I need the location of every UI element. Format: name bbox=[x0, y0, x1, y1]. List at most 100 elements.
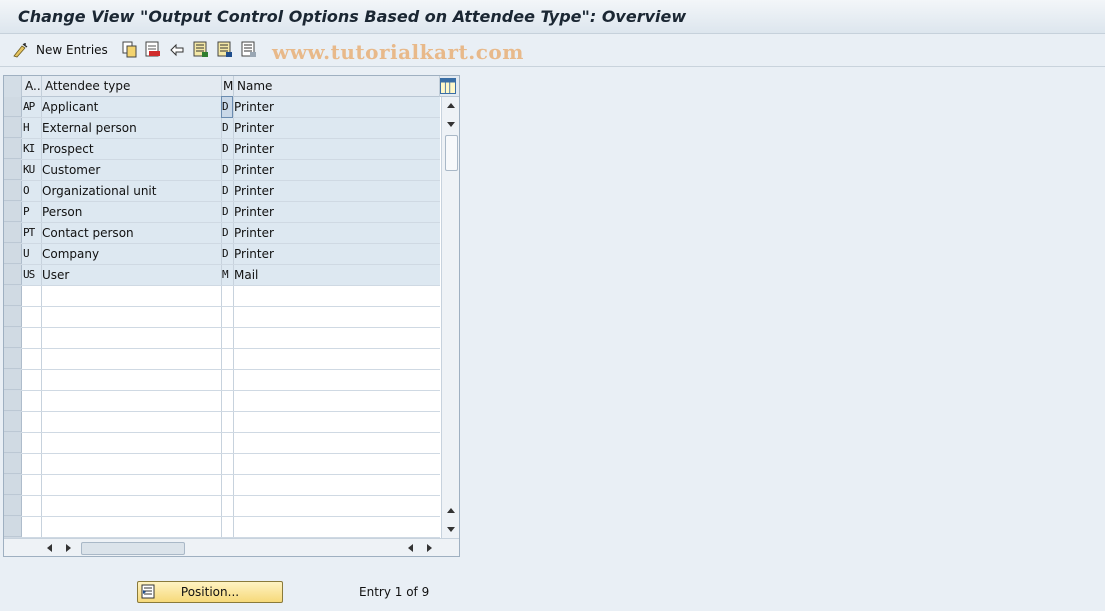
table-row[interactable]: O Organizational unit D Printer bbox=[4, 181, 440, 202]
entry-count-text: Entry 1 of 9 bbox=[359, 585, 430, 599]
column-divider bbox=[233, 454, 234, 474]
row-selector[interactable] bbox=[4, 286, 22, 306]
new-entries-button[interactable]: New Entries bbox=[12, 41, 108, 59]
column-divider bbox=[221, 412, 222, 432]
row-selector[interactable] bbox=[4, 118, 22, 138]
column-divider bbox=[221, 496, 222, 516]
row-selector[interactable] bbox=[4, 328, 22, 348]
row-selector[interactable] bbox=[4, 349, 22, 369]
row-selector[interactable] bbox=[4, 370, 22, 390]
vertical-scrollbar[interactable] bbox=[441, 97, 459, 538]
cell-attendee-code: US bbox=[23, 268, 35, 281]
cell-attendee-code: P bbox=[23, 205, 30, 218]
row-selector[interactable] bbox=[4, 454, 22, 474]
cell-medium[interactable]: D bbox=[222, 181, 232, 201]
row-selector[interactable] bbox=[4, 265, 22, 285]
table-row[interactable]: AP Applicant D Printer bbox=[4, 96, 440, 118]
cell-medium[interactable]: D bbox=[222, 118, 232, 138]
select-all-rows-button[interactable] bbox=[4, 76, 22, 97]
column-divider bbox=[41, 433, 42, 453]
row-selector[interactable] bbox=[4, 223, 22, 243]
table-row[interactable] bbox=[4, 475, 440, 496]
table-row[interactable]: H External person D Printer bbox=[4, 118, 440, 139]
table-row[interactable] bbox=[4, 433, 440, 454]
table-settings-icon[interactable] bbox=[440, 78, 456, 94]
select-all-icon[interactable] bbox=[193, 41, 209, 58]
table-row[interactable]: KU Customer D Printer bbox=[4, 160, 440, 181]
column-divider bbox=[233, 286, 234, 306]
column-header-attendee-type[interactable]: Attendee type bbox=[42, 76, 222, 97]
cell-medium[interactable]: D bbox=[221, 96, 233, 118]
row-selector[interactable] bbox=[4, 496, 22, 516]
cell-medium[interactable]: D bbox=[222, 202, 232, 222]
row-selector[interactable] bbox=[4, 139, 22, 159]
position-icon bbox=[141, 584, 155, 599]
table-row[interactable] bbox=[4, 370, 440, 391]
table-row[interactable]: U Company D Printer bbox=[4, 244, 440, 265]
scroll-left-icon[interactable] bbox=[46, 543, 54, 553]
column-header-a[interactable]: A.. bbox=[22, 76, 42, 97]
table-row[interactable] bbox=[4, 286, 440, 307]
scroll-right-icon[interactable] bbox=[64, 543, 72, 553]
cell-attendee-type: Company bbox=[42, 247, 100, 261]
copy-icon[interactable] bbox=[122, 41, 138, 58]
column-header-name[interactable]: Name bbox=[234, 76, 440, 97]
table-row[interactable] bbox=[4, 517, 440, 538]
table-row[interactable]: P Person D Printer bbox=[4, 202, 440, 223]
column-divider bbox=[233, 433, 234, 453]
table-row[interactable] bbox=[4, 391, 440, 412]
row-selector[interactable] bbox=[4, 307, 22, 327]
row-selector[interactable] bbox=[4, 475, 22, 495]
delete-icon[interactable] bbox=[145, 41, 161, 58]
row-selector[interactable] bbox=[4, 97, 22, 117]
undo-icon[interactable] bbox=[169, 41, 185, 58]
position-button[interactable]: Position... bbox=[137, 581, 283, 603]
scroll-up-icon[interactable] bbox=[446, 102, 456, 110]
column-divider bbox=[41, 496, 42, 516]
table-row[interactable] bbox=[4, 454, 440, 475]
cell-attendee-type: External person bbox=[42, 121, 137, 135]
table-row[interactable] bbox=[4, 328, 440, 349]
table-row[interactable] bbox=[4, 496, 440, 517]
scroll-page-down-icon[interactable] bbox=[446, 525, 456, 533]
table-row[interactable]: US User M Mail bbox=[4, 265, 440, 286]
table-row[interactable]: KI Prospect D Printer bbox=[4, 139, 440, 160]
row-selector[interactable] bbox=[4, 391, 22, 411]
column-divider bbox=[221, 433, 222, 453]
scroll-page-right-icon[interactable] bbox=[425, 543, 433, 553]
table-row[interactable] bbox=[4, 307, 440, 328]
row-selector[interactable] bbox=[4, 244, 22, 264]
cell-name: Printer bbox=[234, 184, 274, 198]
cell-attendee-type: Applicant bbox=[42, 100, 99, 114]
column-header-m[interactable]: M bbox=[222, 76, 234, 97]
table-row[interactable]: PT Contact person D Printer bbox=[4, 223, 440, 244]
row-selector[interactable] bbox=[4, 181, 22, 201]
cell-medium[interactable]: D bbox=[222, 139, 232, 159]
column-divider bbox=[233, 328, 234, 348]
table-row[interactable] bbox=[4, 349, 440, 370]
row-selector[interactable] bbox=[4, 412, 22, 432]
column-divider bbox=[41, 286, 42, 306]
deselect-all-icon[interactable] bbox=[241, 41, 257, 58]
table-row[interactable] bbox=[4, 412, 440, 433]
horizontal-scroll-thumb[interactable] bbox=[81, 542, 185, 555]
row-selector[interactable] bbox=[4, 202, 22, 222]
column-divider bbox=[221, 349, 222, 369]
row-selector[interactable] bbox=[4, 160, 22, 180]
column-divider bbox=[41, 307, 42, 327]
column-divider bbox=[221, 328, 222, 348]
row-selector[interactable] bbox=[4, 433, 22, 453]
cell-medium[interactable]: D bbox=[222, 160, 232, 180]
cell-name: Printer bbox=[234, 226, 274, 240]
cell-medium[interactable]: D bbox=[222, 223, 232, 243]
scroll-page-left-icon[interactable] bbox=[407, 543, 415, 553]
select-block-icon[interactable] bbox=[217, 41, 233, 58]
row-selector[interactable] bbox=[4, 517, 22, 537]
horizontal-scrollbar[interactable] bbox=[4, 538, 459, 556]
vertical-scroll-thumb[interactable] bbox=[445, 135, 458, 171]
cell-medium[interactable]: M bbox=[222, 265, 232, 285]
scroll-down-icon[interactable] bbox=[446, 120, 456, 128]
cell-name: Printer bbox=[234, 163, 274, 177]
cell-medium[interactable]: D bbox=[222, 244, 232, 264]
scroll-page-up-icon[interactable] bbox=[446, 507, 456, 515]
